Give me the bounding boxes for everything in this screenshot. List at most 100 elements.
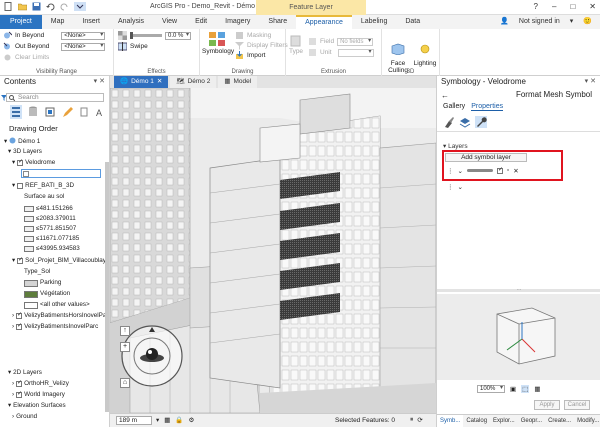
pause-icon[interactable]: ⏸ xyxy=(410,416,413,424)
footer-tab-symbology[interactable]: Symb... xyxy=(437,415,464,427)
tab-insert[interactable]: Insert xyxy=(73,15,109,29)
class-break-2[interactable]: ≤2083.379011 xyxy=(24,215,76,223)
transparency-value[interactable]: 0.0 % xyxy=(165,31,191,40)
tab-appearance[interactable]: Appearance xyxy=(296,15,352,29)
layer-velizy-inovel[interactable]: › VelizyBatimentsInovelParc xyxy=(12,322,98,331)
search-input[interactable]: Search xyxy=(6,93,104,102)
velodrome-checkbox[interactable] xyxy=(17,158,23,166)
wrench-icon[interactable] xyxy=(475,116,487,128)
clear-limits-button[interactable]: Clear Limits xyxy=(3,53,49,62)
customize-qat-icon[interactable] xyxy=(74,2,86,11)
apply-button[interactable]: Apply xyxy=(534,400,560,410)
footer-tab-geoprocessing[interactable]: Geopr... xyxy=(518,415,545,427)
list-by-drawing-order-icon[interactable] xyxy=(10,105,22,119)
lock-icon[interactable]: ▫ xyxy=(507,167,509,174)
add-symbol-layer-button[interactable]: Add symbol layer xyxy=(445,153,527,162)
tab-gallery[interactable]: Gallery xyxy=(443,103,465,111)
zoom-select[interactable]: 100% xyxy=(477,385,505,393)
map-node[interactable]: ▾ Démo 1 xyxy=(4,137,40,147)
class-break-4[interactable]: ≤11671.077185 xyxy=(24,235,79,243)
extrusion-type-button[interactable]: Type xyxy=(288,31,304,55)
footer-tab-modify[interactable]: Modify... xyxy=(574,415,600,427)
out-beyond-select[interactable]: <None> xyxy=(61,42,106,51)
notifications-icon[interactable]: 🙂 xyxy=(583,15,592,29)
list-by-source-icon[interactable] xyxy=(27,105,39,119)
tab-project[interactable]: Project xyxy=(0,15,42,29)
display-filters-button[interactable]: Display Filters xyxy=(235,41,288,50)
save-icon[interactable] xyxy=(32,2,41,11)
contents-scrollbar[interactable] xyxy=(105,162,109,412)
chevron-down-icon[interactable]: ▾ xyxy=(156,416,159,424)
drag-handle-icon[interactable]: ⋮ xyxy=(447,183,454,191)
group-2d-layers[interactable]: ▾ 2D Layers xyxy=(8,369,42,377)
redo-icon[interactable] xyxy=(60,2,69,11)
close-icon[interactable]: ✕ xyxy=(157,76,162,88)
swipe-button[interactable]: Swipe xyxy=(117,42,148,51)
tab-share[interactable]: Share xyxy=(259,15,296,29)
masking-button[interactable]: Masking xyxy=(235,31,271,40)
chevron-down-icon[interactable]: ⌄ xyxy=(458,167,463,175)
visibility-checkbox[interactable] xyxy=(496,166,503,174)
symbol-layer-row-2[interactable]: ⋮ ⌄ xyxy=(447,182,463,191)
tab-model[interactable]: ▦ Model xyxy=(218,76,258,88)
layer-world-imagery[interactable]: › World Imagery xyxy=(12,390,65,399)
brush-icon[interactable] xyxy=(443,116,455,128)
undo-icon[interactable] xyxy=(46,2,55,11)
tab-imagery[interactable]: Imagery xyxy=(216,15,259,29)
chevron-down-icon[interactable]: ⌄ xyxy=(458,183,463,191)
velodrome-symbol-swatch[interactable] xyxy=(23,171,29,177)
world-imagery-checkbox[interactable] xyxy=(16,390,22,398)
close-button[interactable]: ✕ xyxy=(589,2,596,11)
class-break-1[interactable]: ≤481.151266 xyxy=(24,205,73,213)
class-break-3[interactable]: ≤5771.851507 xyxy=(24,225,76,233)
sol-projet-checkbox[interactable] xyxy=(17,256,23,264)
layer-ref-bati[interactable]: ▾ REF_BATI_B_3D xyxy=(12,182,74,190)
orthohr-checkbox[interactable] xyxy=(16,379,22,387)
class-break-5[interactable]: ≤43995.934583 xyxy=(24,245,80,253)
velizy-inovel-checkbox[interactable] xyxy=(16,322,22,330)
legend-vegetation[interactable]: Végétation xyxy=(24,290,70,298)
in-beyond-select[interactable]: <None> xyxy=(61,31,106,40)
help-button[interactable]: ? xyxy=(534,2,538,11)
footer-tab-explore[interactable]: Explor... xyxy=(490,415,518,427)
footer-tab-create[interactable]: Create... xyxy=(545,415,574,427)
fill-swatch[interactable] xyxy=(466,169,493,172)
cube-view-icon[interactable]: ⬚ xyxy=(521,385,530,393)
legend-parking[interactable]: Parking xyxy=(24,279,61,287)
open-project-icon[interactable] xyxy=(17,2,28,11)
tab-labeling[interactable]: Labeling xyxy=(352,15,396,29)
settings-icon[interactable]: ⚙ xyxy=(189,416,195,424)
tab-demo-2[interactable]: 🗺 Démo 2 xyxy=(170,76,217,88)
velizy-hors-checkbox[interactable] xyxy=(16,311,22,319)
tab-properties[interactable]: Properties xyxy=(471,103,504,111)
velodrome-symbol-row[interactable] xyxy=(21,169,101,178)
refresh-icon[interactable]: ⟳ xyxy=(417,416,422,424)
layer-sol-projet[interactable]: ▾ Sol_Projet_BIM_Villacoublay xyxy=(12,256,106,265)
list-by-labeling-icon[interactable]: A xyxy=(95,105,107,119)
zoom-in-icon[interactable]: + xyxy=(120,342,130,352)
delete-icon[interactable]: ✕ xyxy=(513,167,518,175)
list-by-editing-icon[interactable] xyxy=(61,105,73,119)
chevron-down-icon[interactable]: ▾ xyxy=(570,15,574,29)
tab-map[interactable]: Map xyxy=(42,15,74,29)
drag-handle-icon[interactable]: ⋮ xyxy=(447,167,454,175)
splitter-handle[interactable]: ··· xyxy=(437,288,600,293)
maximize-button[interactable]: □ xyxy=(570,2,575,11)
cancel-button[interactable]: Cancel xyxy=(564,400,590,410)
grid-icon[interactable]: ▦ xyxy=(164,416,170,424)
scale-input[interactable]: 189 m xyxy=(116,416,152,425)
close-icon[interactable]: ▾ ✕ xyxy=(94,76,105,88)
layers-section[interactable]: ▾ Layers xyxy=(443,142,468,150)
group-3d-layers[interactable]: ▾ 3D Layers xyxy=(8,148,42,156)
minimize-button[interactable]: – xyxy=(552,2,556,11)
footer-tab-catalog[interactable]: Catalog xyxy=(463,415,490,427)
new-project-icon[interactable] xyxy=(4,2,13,11)
tab-demo-1[interactable]: 🌐 Démo 1 ✕ xyxy=(114,76,169,88)
tab-edit[interactable]: Edit xyxy=(186,15,216,29)
ref-bati-checkbox[interactable] xyxy=(17,183,24,189)
tab-data[interactable]: Data xyxy=(396,15,429,29)
lighting-button[interactable]: Lighting xyxy=(412,43,438,67)
signin-status[interactable]: Not signed in xyxy=(519,15,560,29)
layer-velodrome[interactable]: ▾ Velodrome xyxy=(12,158,55,167)
transparency-slider[interactable] xyxy=(130,32,162,39)
